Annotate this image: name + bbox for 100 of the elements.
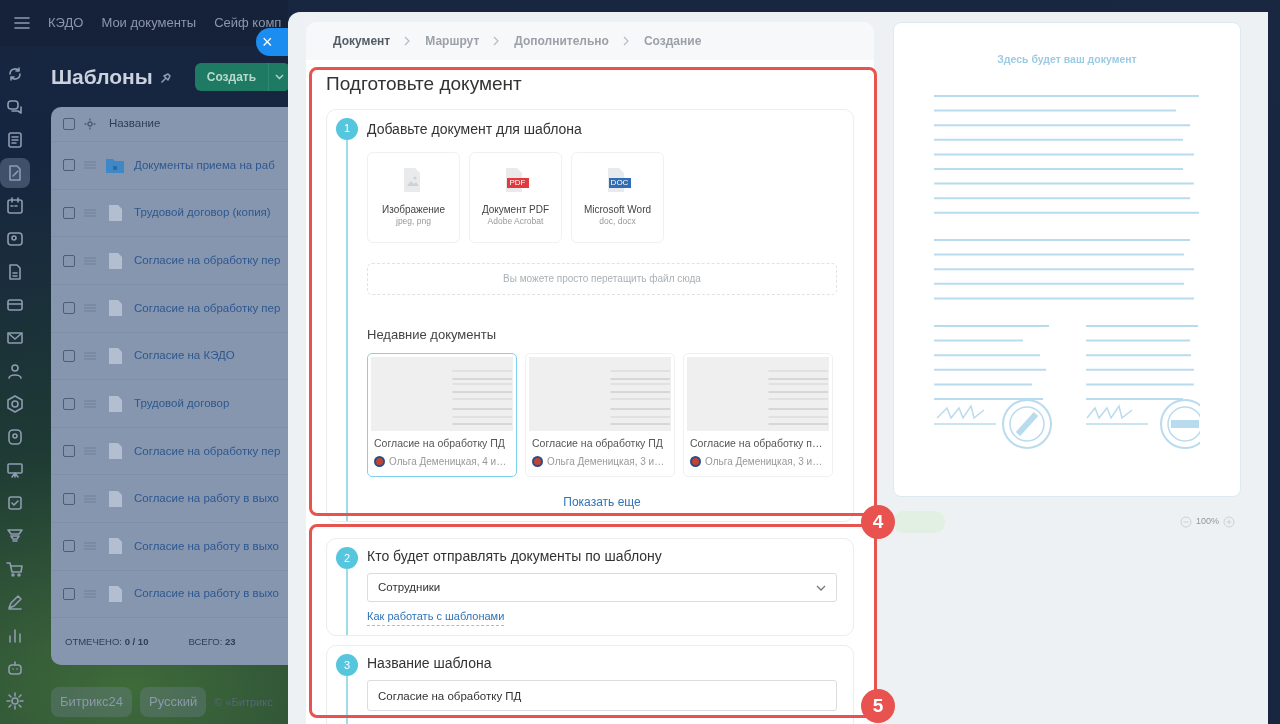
bar-chart-icon[interactable] (6, 626, 24, 644)
zoom-level: 100% (1195, 515, 1219, 529)
recent-document-author: Ольга Деменицкая, 3 и… (705, 454, 823, 469)
recent-document-title: Согласие на обработку ПД (374, 436, 506, 451)
select-all-checkbox[interactable] (63, 118, 75, 130)
calendar-icon[interactable] (6, 197, 24, 215)
row-checkbox[interactable] (63, 540, 75, 553)
row-checkbox[interactable] (63, 492, 75, 505)
recent-document-author: Ольга Деменицкая, 3 и… (547, 454, 665, 469)
step-number: 2 (336, 547, 358, 569)
template-link[interactable]: Документы приема на раб (134, 156, 275, 174)
chat-icon[interactable] (6, 98, 24, 116)
recent-document-card[interactable]: Согласие на обработку ПД Ольга Деменицкая, 4 и… (367, 353, 517, 477)
sender-select[interactable]: Сотрудники (367, 573, 837, 602)
contact-card-icon[interactable] (6, 230, 24, 248)
nav-link[interactable]: Мои документы (101, 13, 197, 33)
upload-option-formats: jpeg, png (396, 215, 431, 228)
upload-option[interactable]: DOC Microsoft Word doc, docx (571, 151, 664, 243)
recent-documents-title: Недавние документы (367, 325, 497, 344)
timeline-line (346, 676, 348, 724)
wizard-step[interactable]: Маршрут (425, 32, 480, 50)
chevron-icon (622, 36, 630, 46)
page-title: Шаблоны (51, 63, 153, 90)
sidebar-item-highlight[interactable] (0, 158, 30, 188)
row-checkbox[interactable] (63, 302, 75, 315)
column-header: Название (109, 116, 161, 132)
avatar (532, 455, 543, 467)
total-count: ВСЕГО: 23 (188, 634, 236, 649)
wizard-step[interactable]: Дополнительно (514, 32, 609, 50)
chevron-icon (404, 36, 412, 46)
card-icon[interactable] (6, 296, 24, 314)
pen-icon[interactable] (6, 593, 24, 611)
funnel-icon[interactable] (6, 527, 24, 545)
row-checkbox[interactable] (63, 445, 75, 458)
upload-option-formats: doc, docx (599, 214, 636, 228)
template-link[interactable]: Согласие на обработку пер (134, 251, 281, 270)
selected-count: ОТМЕЧЕНО: 0 / 10 (65, 634, 149, 649)
row-checkbox[interactable] (63, 397, 75, 410)
template-link[interactable]: Согласие на работу в выхо (134, 490, 279, 508)
step-title: Название шаблона (367, 654, 493, 673)
folder-icon (105, 156, 125, 175)
nav-link[interactable]: КЭДО (48, 13, 84, 33)
file-type-label: PDF (506, 177, 529, 188)
recent-document-title: Согласие на обработку ПД (532, 436, 664, 451)
section-heading: Подготовьте документ (326, 72, 523, 96)
row-checkbox[interactable] (63, 206, 75, 219)
template-name-input[interactable]: Согласие на обработку ПД (367, 680, 837, 711)
row-checkbox[interactable] (63, 159, 75, 172)
create-button[interactable]: Создать (194, 62, 288, 91)
file-type-label: DOC (608, 177, 631, 188)
cart-icon[interactable] (6, 560, 24, 578)
brand-button[interactable]: Битрикс24 (51, 687, 133, 717)
step-title: Добавьте документ для шаблона (367, 119, 583, 139)
help-link[interactable]: Как работать с шаблонами (367, 608, 505, 626)
zoom-out-icon[interactable] (1179, 516, 1192, 528)
menu-icon[interactable] (14, 17, 30, 29)
language-button[interactable]: Русский (140, 687, 207, 717)
step-number: 3 (336, 654, 358, 676)
zoom-in-icon[interactable] (1223, 516, 1235, 528)
checkbox-icon[interactable] (6, 494, 24, 512)
camera-icon[interactable] (6, 428, 24, 446)
row-checkbox[interactable] (63, 349, 75, 362)
mail-icon[interactable] (6, 329, 24, 347)
upload-option-label: Изображение (382, 203, 445, 215)
recent-document-title: Согласие на обработку п… (690, 436, 824, 451)
avatar (690, 455, 701, 467)
chevron-down-icon (816, 584, 826, 591)
template-link[interactable]: Трудовой договор (копия) (134, 204, 271, 222)
row-checkbox[interactable] (63, 254, 75, 267)
template-link[interactable]: Согласие на работу в выхо (134, 585, 279, 603)
file-icon[interactable] (6, 263, 24, 281)
upload-option[interactable]: PDF Документ PDF Adobe Acrobat (469, 151, 562, 243)
document-pen-icon[interactable] (6, 164, 24, 182)
template-link[interactable]: Согласие на КЭДО (134, 347, 235, 365)
document-icon[interactable] (6, 131, 24, 149)
show-more-link[interactable]: Показать еще (367, 493, 837, 511)
presentation-icon[interactable] (6, 461, 24, 479)
hexagon-icon[interactable] (6, 395, 24, 413)
refresh-icon[interactable] (6, 65, 24, 83)
pin-icon[interactable] (160, 70, 173, 83)
upload-option-label: Документ PDF (481, 203, 550, 215)
wizard-step[interactable]: Создание (643, 32, 702, 50)
row-checkbox[interactable] (63, 588, 75, 601)
template-link[interactable]: Трудовой договор (134, 394, 230, 413)
template-link[interactable]: Согласие на обработку пер (134, 299, 281, 317)
preview-caption: Здесь будет ваш документ (997, 52, 1137, 67)
page-navigation[interactable] (893, 511, 945, 533)
upload-option-formats: Adobe Acrobat (487, 215, 544, 228)
drop-zone[interactable]: Вы можете просто перетащить файл сюда (367, 262, 837, 295)
recent-document-card[interactable]: Согласие на обработку п… Ольга Деменицкая, 3 и… (683, 353, 833, 477)
timeline-line (346, 569, 348, 635)
template-link[interactable]: Согласие на работу в выхо (134, 537, 279, 556)
step-number: 1 (336, 117, 358, 140)
wizard-step[interactable]: Документ (333, 32, 391, 50)
upload-option[interactable]: Изображение jpeg, png (367, 151, 460, 243)
template-link[interactable]: Согласие на обработку пер (134, 442, 281, 460)
caret-icon[interactable] (275, 73, 285, 80)
close-button[interactable]: × (256, 28, 288, 56)
robot-icon[interactable] (6, 659, 24, 677)
recent-document-card[interactable]: Согласие на обработку ПД Ольга Деменицкая, 3 и… (525, 353, 675, 477)
